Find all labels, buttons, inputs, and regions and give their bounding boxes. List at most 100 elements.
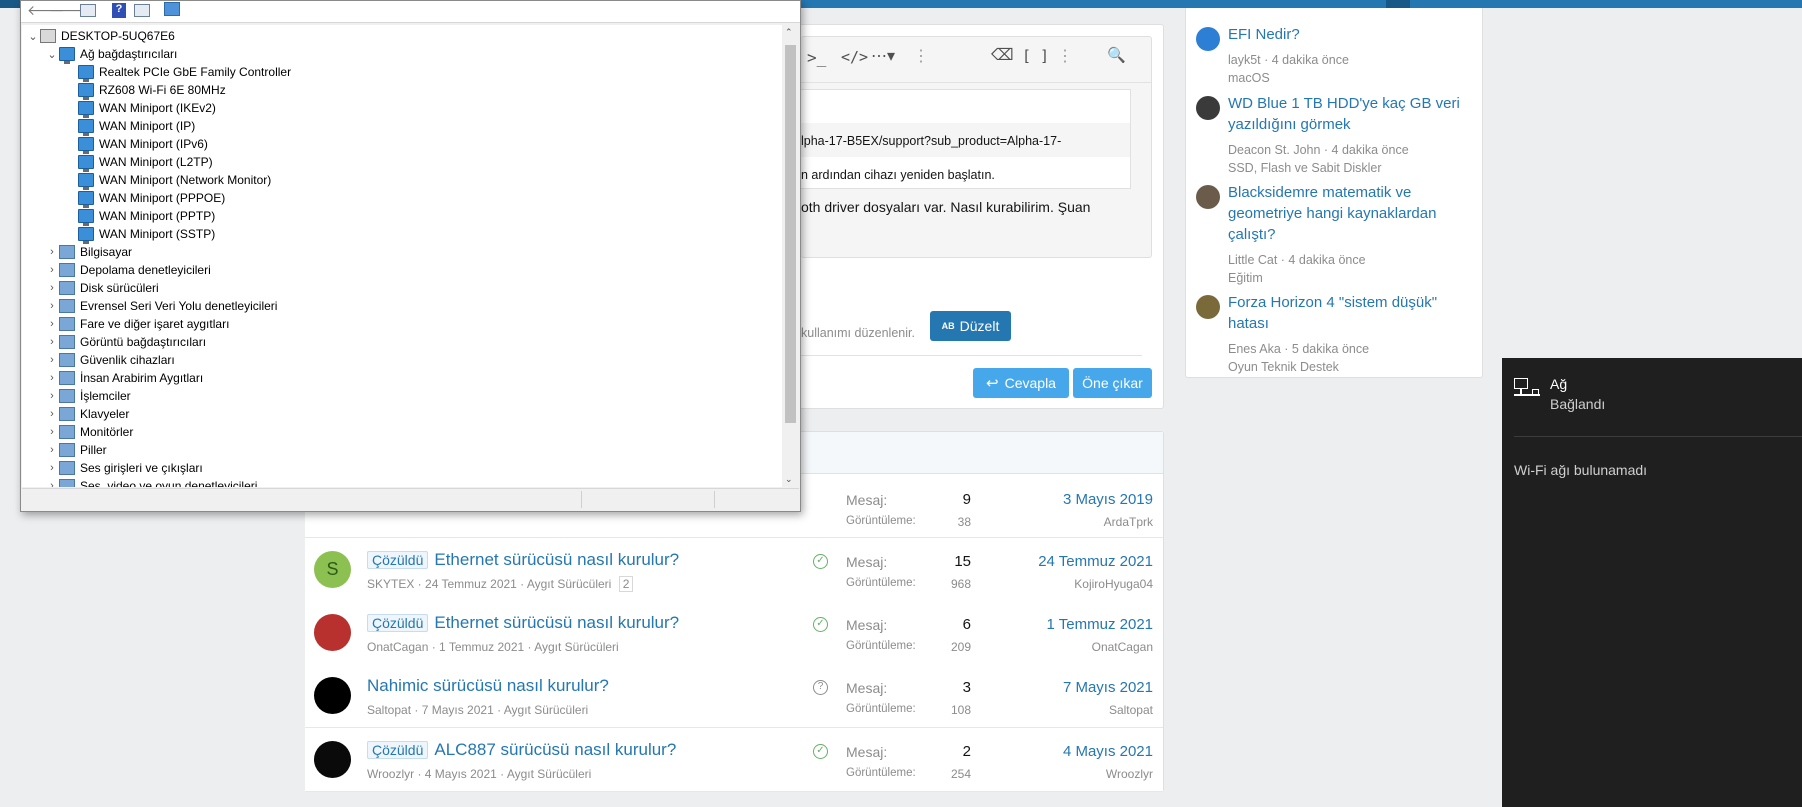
tree-category[interactable]: ⌄ Ağ bağdaştırıcıları xyxy=(45,45,177,64)
last-post-user[interactable]: Saltopat xyxy=(1109,703,1153,717)
properties-icon[interactable] xyxy=(80,4,96,17)
thread-title[interactable]: Çözüldü Ethernet sürücüsü nasıl kurulur? xyxy=(367,550,679,570)
tree-category[interactable]: › Ses girişleri ve çıkışları xyxy=(45,459,203,477)
chevron-right-icon[interactable]: › xyxy=(45,354,59,366)
brackets-icon[interactable]: [ ] xyxy=(1022,47,1049,65)
scroll-up-icon[interactable]: ⌃ xyxy=(785,27,793,38)
last-post-date[interactable]: 7 Mayıs 2021 xyxy=(1063,679,1153,696)
thread-title[interactable]: Çözüldü Ethernet sürücüsü nasıl kurulur? xyxy=(367,613,679,633)
network-name[interactable]: Ağ xyxy=(1550,376,1567,392)
tree-category[interactable]: › Depolama denetleyicileri xyxy=(45,261,211,279)
avatar[interactable] xyxy=(314,741,351,778)
thread-title[interactable]: Çözüldü ALC887 sürücüsü nasıl kurulur? xyxy=(367,740,676,760)
chevron-right-icon[interactable]: › xyxy=(45,408,59,420)
thread-row[interactable]: S Çözüldü Ethernet sürücüsü nasıl kurulur?… xyxy=(305,538,1163,602)
last-post-date[interactable]: 4 Mayıs 2021 xyxy=(1063,743,1153,760)
chevron-right-icon[interactable]: › xyxy=(45,264,59,276)
post-title[interactable]: Blacksidemre matematik ve geometriye han… xyxy=(1228,182,1473,245)
tree-device[interactable]: WAN Miniport (IKEv2) xyxy=(64,99,216,118)
thread-title-text[interactable]: ALC887 sürücüsü nasıl kurulur? xyxy=(434,740,676,759)
tree-device[interactable]: WAN Miniport (IPv6) xyxy=(64,135,208,154)
tree-device[interactable]: WAN Miniport (L2TP) xyxy=(64,153,213,172)
last-post-date[interactable]: 24 Temmuz 2021 xyxy=(1038,553,1153,570)
post-forum[interactable]: macOS xyxy=(1228,71,1270,85)
scrollbar[interactable]: ⌃ ⌄ xyxy=(782,25,799,487)
tree-category[interactable]: › Piller xyxy=(45,441,107,459)
last-post-date[interactable]: 1 Temmuz 2021 xyxy=(1047,616,1153,633)
help-icon[interactable]: ? xyxy=(112,3,126,18)
fix-button[interactable]: AB Düzelt xyxy=(930,311,1011,341)
tree-category[interactable]: › Disk sürücüleri xyxy=(45,279,159,297)
last-post-user[interactable]: KojiroHyuga04 xyxy=(1074,577,1153,591)
thread-row[interactable]: Nahimic sürücüsü nasıl kurulur? Saltopat … xyxy=(305,664,1163,728)
last-post-date[interactable]: 3 Mayıs 2019 xyxy=(1063,491,1153,508)
chevron-right-icon[interactable]: › xyxy=(45,426,59,438)
post-title[interactable]: Forza Horizon 4 "sistem düşük" hatası xyxy=(1228,292,1473,334)
thread-title[interactable]: Nahimic sürücüsü nasıl kurulur? xyxy=(367,676,609,696)
last-post-user[interactable]: Wroozlyr xyxy=(1106,767,1153,781)
chevron-right-icon[interactable]: › xyxy=(45,246,59,258)
post-forum[interactable]: Oyun Teknik Destek xyxy=(1228,360,1339,374)
chevron-down-icon[interactable]: ⌄ xyxy=(45,48,59,61)
device-tree[interactable]: ⌄ DESKTOP-5UQ67E6 ⌄ Ağ bağdaştırıcıları Real… xyxy=(22,25,783,487)
tree-category[interactable]: › Güvenlik cihazları xyxy=(45,351,175,369)
solved-prefix[interactable]: Çözüldü xyxy=(367,551,429,569)
view-icon[interactable] xyxy=(134,4,150,17)
chevron-right-icon[interactable]: › xyxy=(45,390,59,402)
thread-title-text[interactable]: Ethernet sürücüsü nasıl kurulur? xyxy=(434,613,679,632)
avatar[interactable] xyxy=(314,614,351,651)
chevron-right-icon[interactable]: › xyxy=(45,318,59,330)
chevron-right-icon[interactable]: › xyxy=(45,336,59,348)
thread-row[interactable]: Çözüldü ALC887 sürücüsü nasıl kurulur? Wro… xyxy=(305,728,1163,792)
tree-category[interactable]: › İnsan Arabirim Aygıtları xyxy=(45,369,203,387)
tree-category[interactable]: › Evrensel Seri Veri Yolu denetleyicileri xyxy=(45,297,277,315)
tree-device[interactable]: Realtek PCIe GbE Family Controller xyxy=(64,63,291,82)
chevron-right-icon[interactable]: › xyxy=(45,282,59,294)
editor-area[interactable]: >_ </> ⋯▾ ⋮ ⌫ [ ] ⋮ 🔍 lpha-17-B5EX/suppo… xyxy=(801,36,1152,258)
solved-prefix[interactable]: Çözüldü xyxy=(367,741,429,759)
feature-button[interactable]: Öne çıkar xyxy=(1073,368,1152,398)
thread-title-text[interactable]: Nahimic sürücüsü nasıl kurulur? xyxy=(367,676,609,695)
page-badge[interactable]: 2 xyxy=(618,576,634,592)
preview-icon[interactable]: 🔍 xyxy=(1107,46,1126,64)
tree-device[interactable]: WAN Miniport (PPPOE) xyxy=(64,189,225,208)
tree-root[interactable]: ⌄ DESKTOP-5UQ67E6 xyxy=(26,27,175,45)
scroll-down-icon[interactable]: ⌄ xyxy=(785,474,793,485)
post-forum[interactable]: Eğitim xyxy=(1228,271,1263,285)
chevron-right-icon[interactable]: › xyxy=(45,372,59,384)
post-title[interactable]: EFI Nedir? xyxy=(1228,24,1473,45)
scrollbar-thumb[interactable] xyxy=(785,45,796,423)
tree-category[interactable]: › Ses, video ve oyun denetleyicileri xyxy=(45,477,257,487)
tree-category[interactable]: › Monitörler xyxy=(45,423,133,441)
avatar[interactable] xyxy=(314,677,351,714)
tree-category[interactable]: › İşlemciler xyxy=(45,387,131,405)
thread-row[interactable]: Çözüldü Ethernet sürücüsü nasıl kurulur? O… xyxy=(305,601,1163,665)
tree-category[interactable]: › Görüntü bağdaştırıcıları xyxy=(45,333,206,351)
scan-hardware-icon[interactable] xyxy=(164,2,180,16)
tree-category[interactable]: › Bilgisayar xyxy=(45,243,132,261)
last-post-user[interactable]: OnatCagan xyxy=(1092,640,1153,654)
tree-device[interactable]: WAN Miniport (Network Monitor) xyxy=(64,171,271,190)
eraser-icon[interactable]: ⌫ xyxy=(991,45,1014,65)
reply-button[interactable]: ↩ Cevapla xyxy=(973,368,1069,398)
tree-device[interactable]: WAN Miniport (PPTP) xyxy=(64,207,215,226)
thread-title-text[interactable]: Ethernet sürücüsü nasıl kurulur? xyxy=(434,550,679,569)
tree-device[interactable]: WAN Miniport (IP) xyxy=(64,117,195,136)
post-title[interactable]: WD Blue 1 TB HDD'ye kaç GB veri yazıldığ… xyxy=(1228,93,1473,135)
tree-category[interactable]: › Klavyeler xyxy=(45,405,129,423)
chevron-right-icon[interactable]: › xyxy=(45,300,59,312)
code-icon[interactable]: </> xyxy=(841,48,868,66)
chevron-right-icon[interactable]: › xyxy=(45,444,59,456)
chevron-down-icon[interactable]: ⌄ xyxy=(26,30,40,43)
chevron-right-icon[interactable]: › xyxy=(45,462,59,474)
tree-category[interactable]: › Fare ve diğer işaret aygıtları xyxy=(45,315,229,333)
tree-device[interactable]: WAN Miniport (SSTP) xyxy=(64,225,215,244)
tree-device[interactable]: RZ608 Wi-Fi 6E 80MHz xyxy=(64,81,226,100)
avatar[interactable]: S xyxy=(314,551,351,588)
solved-prefix[interactable]: Çözüldü xyxy=(367,614,429,632)
chevron-right-icon[interactable]: › xyxy=(45,480,59,487)
more-options-icon[interactable]: ⋯▾ xyxy=(871,46,895,66)
post-forum[interactable]: SSD, Flash ve Sabit Diskler xyxy=(1228,161,1382,175)
last-post-user[interactable]: ArdaTprk xyxy=(1104,515,1153,529)
terminal-icon[interactable]: >_ xyxy=(807,48,826,67)
